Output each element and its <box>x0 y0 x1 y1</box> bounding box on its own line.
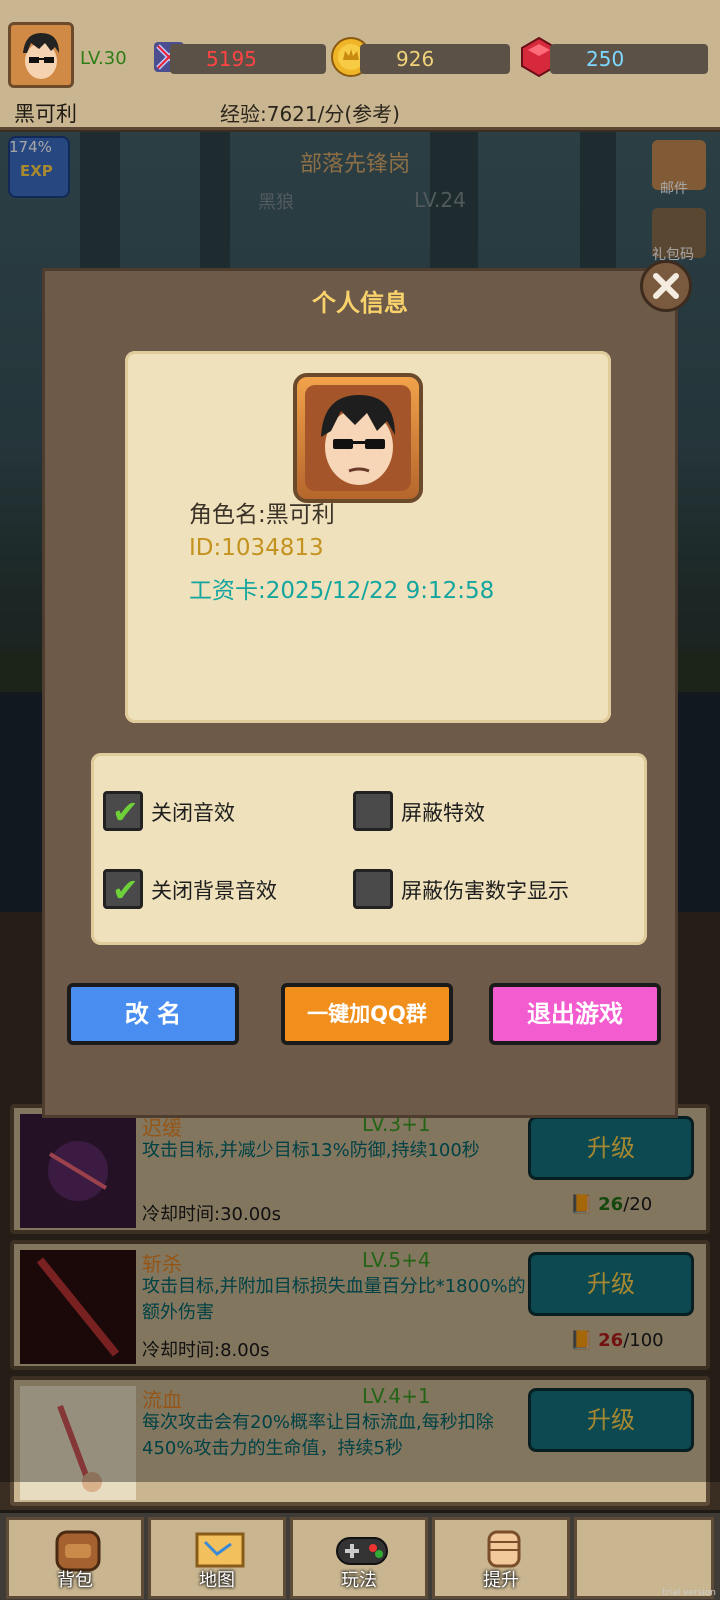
setting-label: 关闭音效 <box>151 801 235 825</box>
setting-label: 屏蔽特效 <box>401 801 485 825</box>
settings-panel: ✔ 关闭音效 屏蔽特效 ✔ 关闭背景音效 屏蔽伤害数字显示 <box>91 753 647 945</box>
gem-value: 250 <box>550 44 708 74</box>
profile-info-panel: 角色名:黑可利 ID:1034813 工资卡:2025/12/22 9:12:5… <box>125 351 611 723</box>
join-qq-group-button[interactable]: 一键加QQ群 <box>281 983 453 1045</box>
exit-game-button[interactable]: 退出游戏 <box>489 983 661 1045</box>
watermark: trial version <box>662 1588 716 1598</box>
mute-sfx-checkbox[interactable]: ✔ <box>103 791 143 831</box>
player-level: LV.30 <box>80 48 127 69</box>
nav-upgrade[interactable]: 提升 <box>432 1517 570 1599</box>
close-icon <box>653 273 679 299</box>
gold-value: 926 <box>360 44 510 74</box>
combat-power-value: 5195 <box>170 44 326 74</box>
checkmark-icon: ✔ <box>112 793 139 831</box>
nav-play[interactable]: 玩法 <box>290 1517 428 1599</box>
character-name: 角色名:黑可利 <box>189 502 335 528</box>
setting-label: 关闭背景音效 <box>151 879 277 903</box>
bottom-navigation: 背包 地图 玩法 提升 <box>0 1510 720 1600</box>
player-name: 黑可利 <box>14 102 77 126</box>
hide-effects-checkbox[interactable] <box>353 791 393 831</box>
nav-bag-label: 背包 <box>57 1570 93 1591</box>
top-status-bar: LV.30 5195 926 250 黑可利 经验:7621/分(参考) <box>0 0 720 130</box>
wage-card-expiry: 工资卡:2025/12/22 9:12:58 <box>189 578 495 604</box>
nav-play-label: 玩法 <box>341 1570 377 1591</box>
rename-button[interactable]: 改 名 <box>67 983 239 1045</box>
setting-label: 屏蔽伤害数字显示 <box>401 879 569 903</box>
nav-empty-slot <box>574 1517 714 1599</box>
close-dialog-button[interactable] <box>640 260 692 312</box>
player-avatar-large <box>293 373 423 503</box>
mute-bgm-checkbox[interactable]: ✔ <box>103 869 143 909</box>
profile-dialog: 个人信息 角色名:黑可利 ID:1034813 工资卡:2025/12/22 9… <box>42 268 678 1118</box>
hide-damage-numbers-checkbox[interactable] <box>353 869 393 909</box>
nav-upgrade-label: 提升 <box>483 1570 519 1591</box>
exp-rate-text: 经验:7621/分(参考) <box>220 102 400 126</box>
nav-bag[interactable]: 背包 <box>6 1517 144 1599</box>
dialog-title: 个人信息 <box>312 289 408 317</box>
checkmark-icon: ✔ <box>112 871 139 909</box>
nav-map-label: 地图 <box>199 1570 235 1591</box>
nav-map[interactable]: 地图 <box>148 1517 286 1599</box>
player-id: ID:1034813 <box>189 535 324 561</box>
player-avatar-small[interactable] <box>8 22 74 88</box>
